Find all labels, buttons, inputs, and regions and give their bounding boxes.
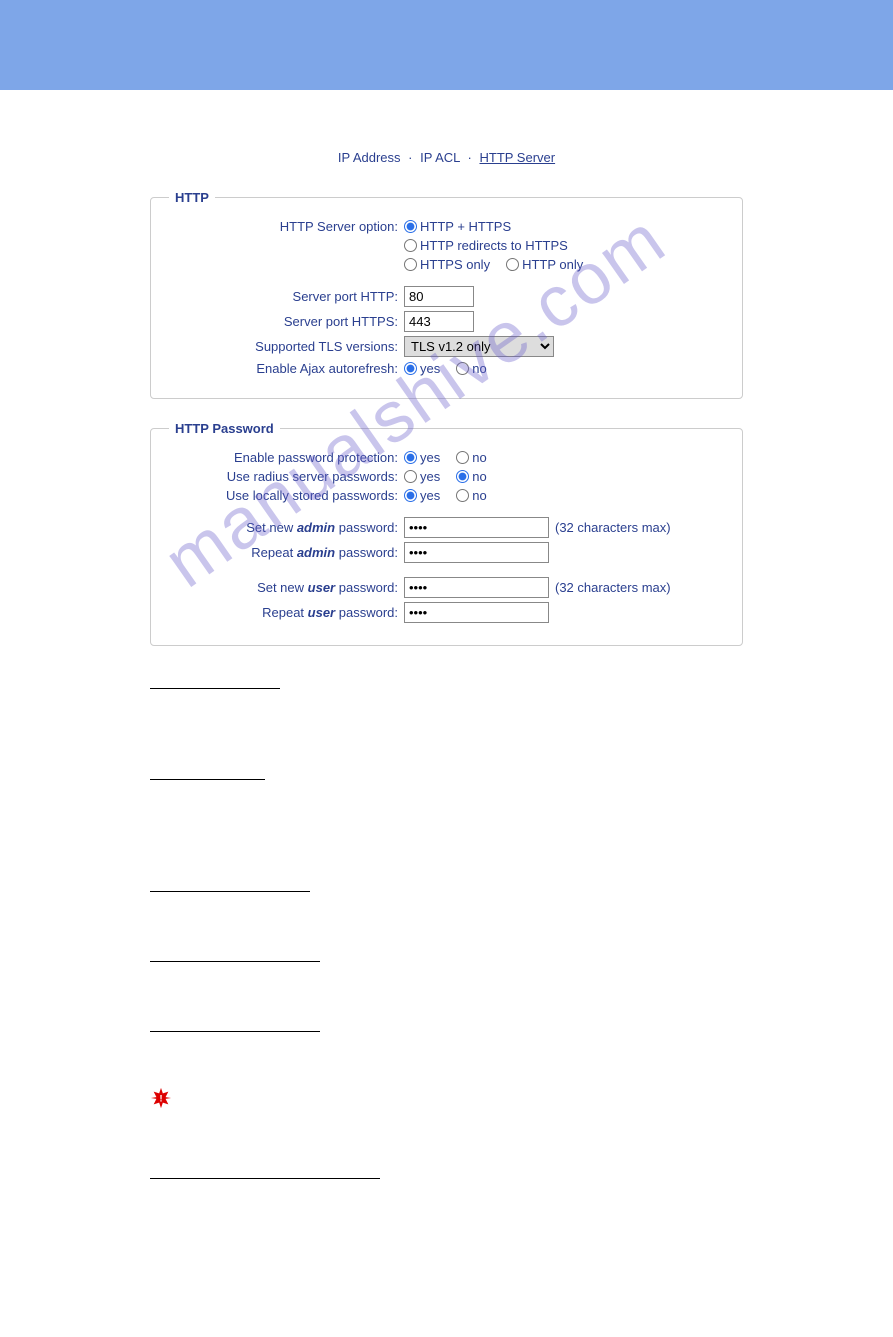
max-hint: (32 characters max) (555, 520, 671, 535)
tls-select[interactable]: TLS v1.2 only (404, 336, 554, 357)
radio-https-only-input[interactable] (404, 258, 417, 271)
tls-label: Supported TLS versions: (169, 339, 404, 354)
admin-new-pw-label: Set new admin password: (169, 520, 404, 535)
http-server-option-label: HTTP Server option: (169, 219, 404, 234)
port-https-input[interactable] (404, 311, 474, 332)
tab-http-server[interactable]: HTTP Server (479, 150, 555, 165)
radio-redirect-https-input[interactable] (404, 239, 417, 252)
ajax-no-label: no (472, 361, 486, 376)
local-pw-yes[interactable]: yes (404, 488, 440, 503)
admin-rep-pw-label: Repeat admin password: (169, 545, 404, 560)
tab-sep: · (468, 150, 472, 165)
radio-https-only[interactable]: HTTPS only (404, 257, 490, 272)
ajax-yes[interactable]: yes (404, 361, 440, 376)
http-legend: HTTP (169, 190, 215, 205)
radio-http-only-label: HTTP only (522, 257, 583, 272)
enable-pw-no[interactable]: no (456, 450, 486, 465)
enable-pw-no-input[interactable] (456, 451, 469, 464)
user-new-pw-input[interactable] (404, 577, 549, 598)
user-rep-pw-input[interactable] (404, 602, 549, 623)
port-http-input[interactable] (404, 286, 474, 307)
alert-icon: ! (150, 1087, 172, 1115)
enable-pw-yes[interactable]: yes (404, 450, 440, 465)
admin-new-pw-input[interactable] (404, 517, 549, 538)
admin-rep-pw-input[interactable] (404, 542, 549, 563)
radius-pw-no-input[interactable] (456, 470, 469, 483)
http-fieldset: HTTP HTTP Server option: HTTP + HTTPS HT… (150, 190, 743, 399)
radio-http-only-input[interactable] (506, 258, 519, 271)
radio-http-https-input[interactable] (404, 220, 417, 233)
tab-bar: IP Address · IP ACL · HTTP Server (150, 150, 743, 165)
local-pw-label: Use locally stored passwords: (169, 488, 404, 503)
port-https-label: Server port HTTPS: (169, 314, 404, 329)
content-area: IP Address · IP ACL · HTTP Server HTTP H… (0, 90, 893, 1337)
radius-pw-label: Use radius server passwords: (169, 469, 404, 484)
svg-text:!: ! (159, 1094, 162, 1104)
radio-http-https-label: HTTP + HTTPS (420, 219, 511, 234)
ajax-no[interactable]: no (456, 361, 486, 376)
http-password-legend: HTTP Password (169, 421, 280, 436)
enable-pw-yes-input[interactable] (404, 451, 417, 464)
max-hint: (32 characters max) (555, 580, 671, 595)
radio-redirect-https-label: HTTP redirects to HTTPS (420, 238, 568, 253)
local-pw-yes-input[interactable] (404, 489, 417, 502)
ajax-label: Enable Ajax autorefresh: (169, 361, 404, 376)
radius-pw-yes[interactable]: yes (404, 469, 440, 484)
radio-http-https[interactable]: HTTP + HTTPS (404, 219, 511, 234)
tab-sep: · (408, 150, 412, 165)
radio-https-only-label: HTTPS only (420, 257, 490, 272)
enable-pw-label: Enable password protection: (169, 450, 404, 465)
radio-http-only[interactable]: HTTP only (506, 257, 583, 272)
tab-ip-acl[interactable]: IP ACL (420, 150, 460, 165)
port-http-label: Server port HTTP: (169, 289, 404, 304)
top-banner (0, 0, 893, 90)
local-pw-no[interactable]: no (456, 488, 486, 503)
ajax-no-input[interactable] (456, 362, 469, 375)
user-new-pw-label: Set new user password: (169, 580, 404, 595)
radius-pw-yes-input[interactable] (404, 470, 417, 483)
radius-pw-no[interactable]: no (456, 469, 486, 484)
local-pw-no-input[interactable] (456, 489, 469, 502)
radio-redirect-https[interactable]: HTTP redirects to HTTPS (404, 238, 568, 253)
user-rep-pw-label: Repeat user password: (169, 605, 404, 620)
tab-ip-address[interactable]: IP Address (338, 150, 401, 165)
http-password-fieldset: HTTP Password Enable password protection… (150, 421, 743, 646)
ajax-yes-input[interactable] (404, 362, 417, 375)
ajax-yes-label: yes (420, 361, 440, 376)
doc-text-area: ! (150, 674, 743, 1283)
